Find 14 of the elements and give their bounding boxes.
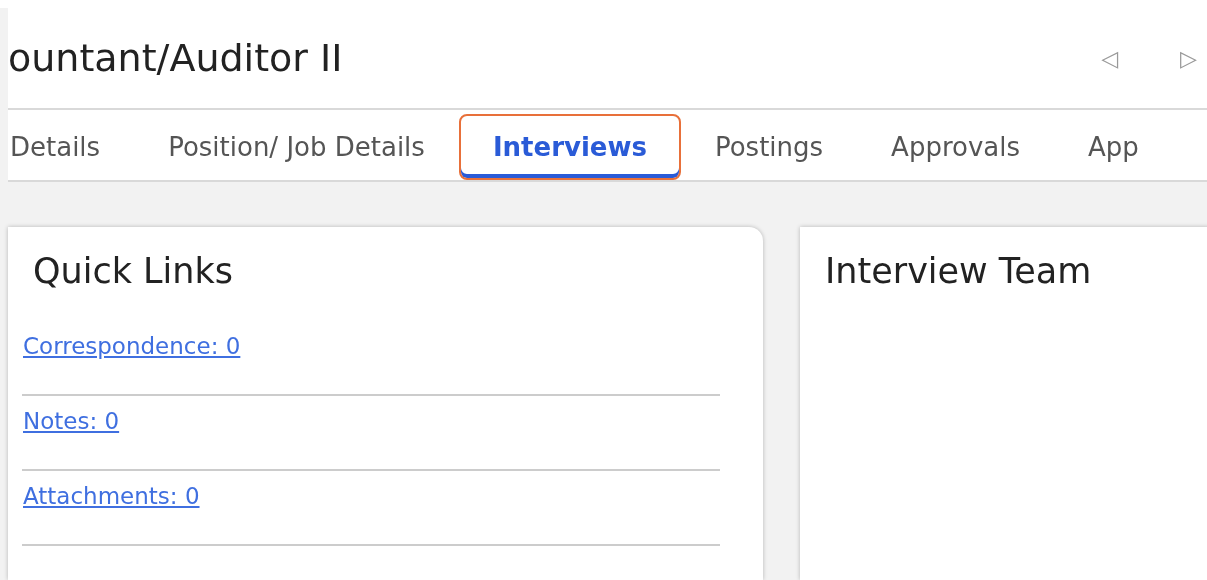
previous-button[interactable]: ◁ bbox=[1101, 45, 1119, 71]
tab[interactable]: Position/ Job Details bbox=[134, 114, 459, 180]
next-button[interactable]: ▷ bbox=[1180, 45, 1197, 71]
tab[interactable]: Interviews bbox=[458, 114, 681, 180]
quick-link[interactable]: Attachments: 0 bbox=[23, 483, 200, 509]
quick-link[interactable]: Correspondence: 0 bbox=[23, 333, 241, 359]
tab[interactable]: App bbox=[1054, 114, 1173, 180]
tab[interactable]: Details bbox=[8, 114, 135, 180]
tab[interactable]: Approvals bbox=[857, 114, 1055, 180]
quick-link[interactable]: Notes: 0 bbox=[23, 408, 120, 434]
card-title: Interview Team bbox=[825, 251, 1093, 291]
page-title: ountant/Auditor II bbox=[8, 36, 343, 80]
card-title: Quick Links bbox=[33, 251, 234, 291]
tab[interactable]: Postings bbox=[680, 114, 858, 180]
